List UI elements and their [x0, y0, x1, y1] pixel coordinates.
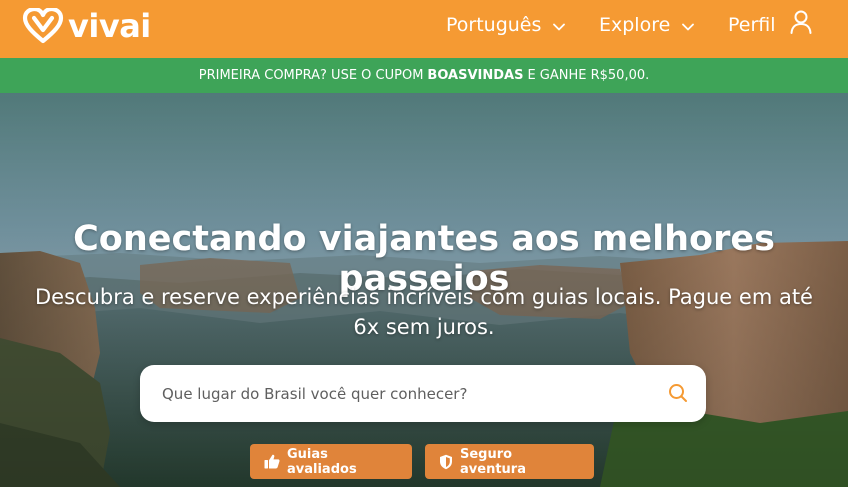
language-label: Português [446, 14, 542, 36]
shield-icon [439, 454, 453, 470]
hero-section: Conectando viajantes aos melhores passei… [0, 93, 848, 487]
explore-menu[interactable]: Explore [599, 12, 695, 38]
chevron-down-icon [553, 12, 566, 38]
search-icon[interactable] [668, 383, 688, 407]
promo-banner: PRIMEIRA COMPRA? USE O CUPOM BOASVINDAS … [0, 58, 848, 93]
safety-badge[interactable]: Seguro aventura [425, 444, 594, 479]
top-navbar: vivai Português Explore Perfil [0, 0, 848, 58]
thumbs-up-icon [264, 454, 280, 469]
search-input[interactable] [162, 365, 642, 422]
profile-menu[interactable]: Perfil [728, 10, 812, 41]
hero-subtitle: Descubra e reserve experiências incrívei… [35, 285, 813, 339]
promo-suffix: E GANHE R$50,00. [527, 68, 650, 83]
promo-prefix: PRIMEIRA COMPRA? USE O CUPOM [198, 68, 424, 83]
logo-text: vivai [68, 7, 151, 45]
user-icon [790, 10, 812, 41]
promo-coupon-code: BOASVINDAS [427, 68, 524, 83]
profile-label: Perfil [728, 14, 776, 36]
explore-label: Explore [599, 14, 671, 36]
chevron-down-icon [682, 12, 695, 38]
guides-badge-label: Guias avaliados [287, 446, 357, 477]
heart-v-logo-icon [22, 8, 64, 44]
language-menu[interactable]: Português [446, 12, 566, 38]
search-box [140, 365, 706, 422]
logo[interactable]: vivai [22, 6, 151, 46]
guides-badge[interactable]: Guias avaliados [250, 444, 412, 479]
safety-badge-label: Seguro aventura [460, 446, 526, 477]
